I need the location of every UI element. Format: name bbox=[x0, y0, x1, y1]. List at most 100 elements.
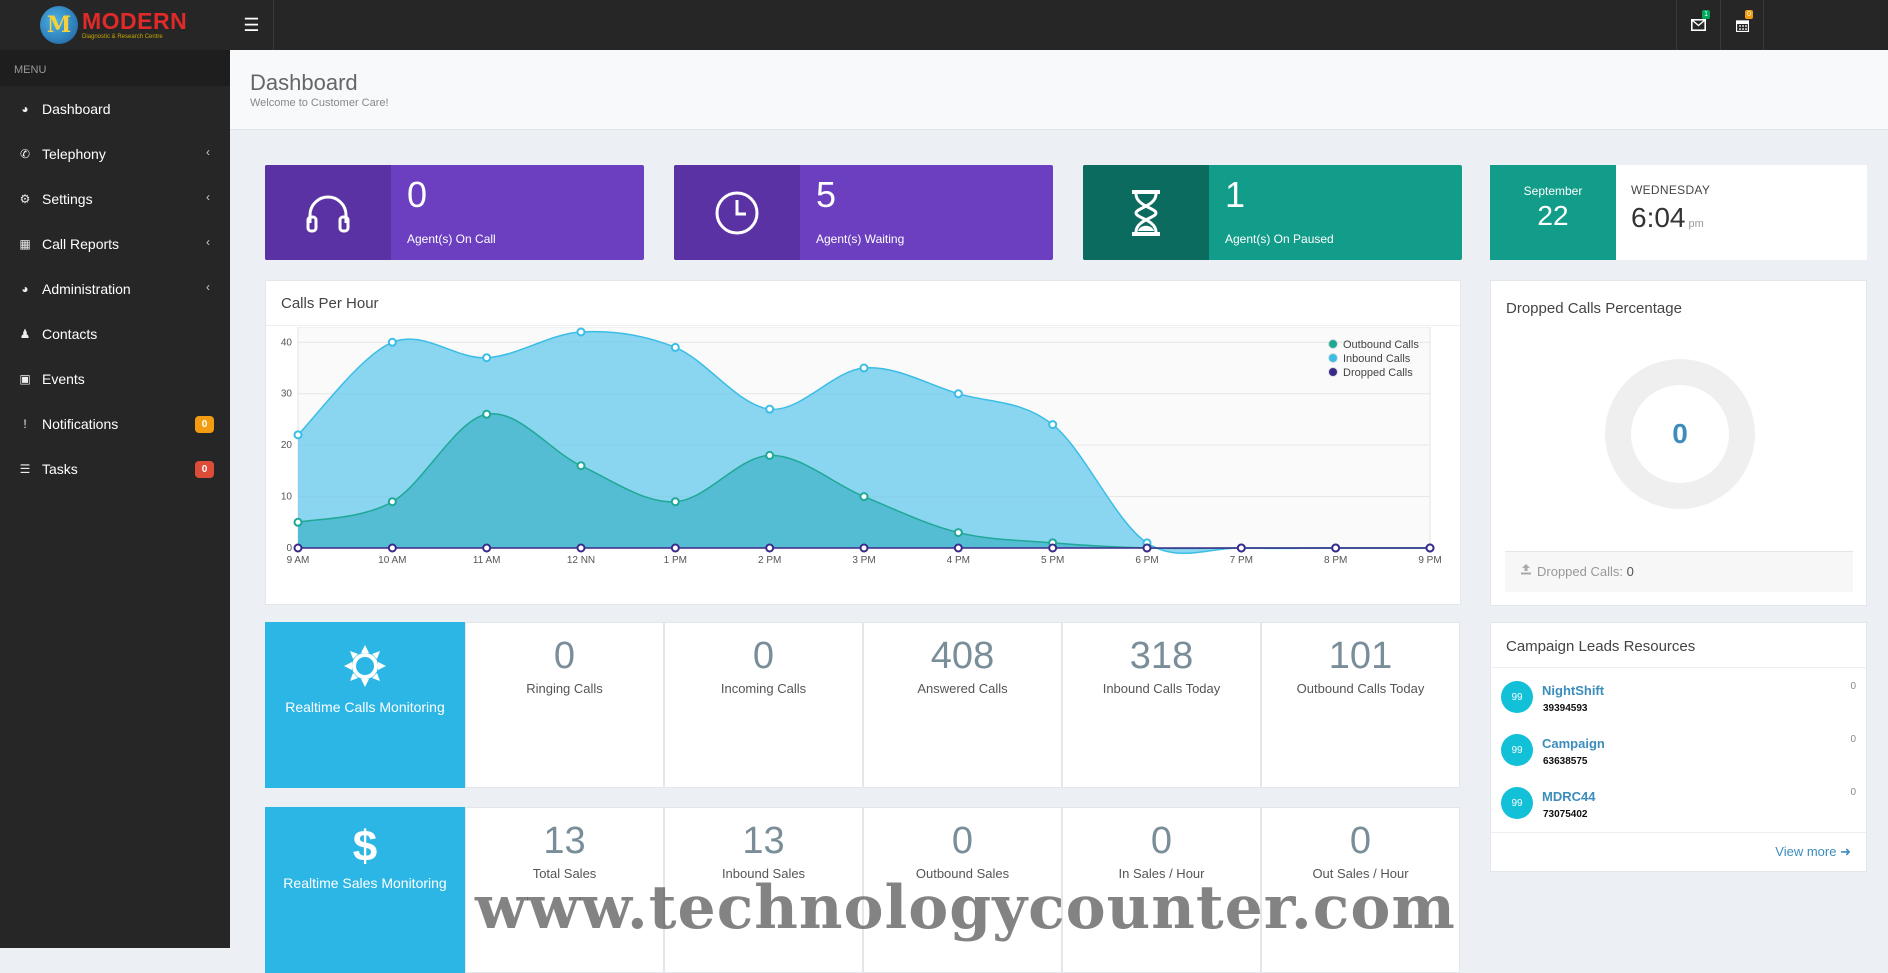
x-tick-label: 1 PM bbox=[664, 555, 687, 566]
campaign-name-link[interactable]: NightShift bbox=[1542, 683, 1604, 698]
x-tick-label: 7 PM bbox=[1230, 555, 1253, 566]
count-badge: 0 bbox=[195, 416, 214, 433]
data-point bbox=[293, 517, 303, 527]
stat-label: Answered Calls bbox=[917, 680, 1008, 696]
sidebar-item-telephony[interactable]: ✆ Telephony ‹ bbox=[0, 131, 230, 176]
sidebar-item-events[interactable]: ▣ Events bbox=[0, 356, 230, 401]
users-icon: ♟ bbox=[19, 326, 31, 341]
sidebar-item-administration[interactable]: ◕ Administration ‹ bbox=[0, 266, 230, 311]
chart-title: Calls Per Hour bbox=[281, 295, 379, 312]
exclamation-icon: ! bbox=[23, 416, 27, 431]
dropped-calls-donut: 0 bbox=[1605, 359, 1755, 509]
bar-chart-icon: ▦ bbox=[19, 236, 31, 251]
sidebar-item-contacts[interactable]: ♟ Contacts bbox=[0, 311, 230, 356]
campaign-name-link[interactable]: MDRC44 bbox=[1542, 789, 1595, 804]
chevron-left-icon: ‹ bbox=[206, 190, 210, 204]
legend-marker bbox=[1328, 339, 1338, 349]
calendar-count-badge: 0 bbox=[1745, 10, 1753, 19]
campaign-item[interactable]: 99 MDRC44 73075402 0 bbox=[1501, 787, 1856, 837]
data-point bbox=[482, 353, 492, 363]
page-subtitle: Welcome to Customer Care! bbox=[250, 97, 389, 109]
campaign-avatar: 99 bbox=[1501, 734, 1533, 766]
view-more-link[interactable]: View more ➜ bbox=[1775, 844, 1851, 860]
envelope-icon bbox=[1691, 19, 1706, 31]
dollar-icon: $ bbox=[352, 822, 378, 871]
data-point bbox=[576, 543, 586, 553]
sidebar-item-label: Settings bbox=[42, 190, 93, 207]
sidebar-item-settings[interactable]: ⚙ Settings ‹ bbox=[0, 176, 230, 221]
campaign-count: 0 bbox=[1850, 787, 1856, 798]
sidebar: MENU ◕ Dashboard ✆ Telephony ‹ ⚙ Settings ‹ ▦ Cal… bbox=[0, 50, 230, 948]
campaign-name-link[interactable]: Campaign bbox=[1542, 736, 1605, 751]
campaign-count: 0 bbox=[1850, 734, 1856, 745]
campaign-leads-panel: Campaign Leads Resources 99 NightShift 393… bbox=[1490, 622, 1867, 872]
dropped-calls-percentage: 0 bbox=[1672, 418, 1688, 449]
stat-value: 101 bbox=[1328, 635, 1393, 677]
data-point bbox=[482, 409, 492, 419]
stat-card: 318 Inbound Calls Today bbox=[1062, 622, 1261, 788]
data-point bbox=[1331, 543, 1341, 553]
stat-value: 0 bbox=[1349, 820, 1372, 862]
realtime-calls-title: Realtime Calls Monitoring bbox=[285, 699, 445, 715]
headphones-icon bbox=[265, 165, 391, 260]
sidebar-item-label: Events bbox=[42, 370, 85, 387]
data-point bbox=[293, 430, 303, 440]
hourglass-icon bbox=[1083, 165, 1209, 260]
stat-value: 0 bbox=[951, 820, 974, 862]
sidebar-toggle-button[interactable]: ☰ bbox=[230, 0, 274, 50]
x-tick-label: 9 AM bbox=[287, 555, 310, 566]
data-point bbox=[765, 543, 775, 553]
upload-icon bbox=[1521, 564, 1531, 575]
sidebar-item-tasks[interactable]: ☰ Tasks 0 bbox=[0, 446, 230, 491]
info-box: 1 Agent(s) On Paused bbox=[1083, 165, 1462, 260]
arrow-right-icon: ➜ bbox=[1840, 844, 1851, 859]
dropped-calls-footer: Dropped Calls: 0 bbox=[1505, 551, 1853, 592]
legend-label: Outbound Calls bbox=[1343, 339, 1419, 351]
y-tick-label: 20 bbox=[281, 440, 293, 451]
info-box-label: Agent(s) Waiting bbox=[816, 232, 905, 246]
stat-card: 0 Incoming Calls bbox=[664, 622, 863, 788]
stat-card: 0 Ringing Calls bbox=[465, 622, 664, 788]
calendar-button[interactable]: 0 bbox=[1720, 0, 1764, 50]
campaign-avatar: 99 bbox=[1501, 681, 1533, 713]
data-point bbox=[670, 342, 680, 352]
data-point bbox=[387, 543, 397, 553]
campaign-item[interactable]: 99 Campaign 63638575 0 bbox=[1501, 734, 1856, 784]
calls-per-hour-panel: Calls Per Hour 0 10 20 30 40 9 AM 10 AM 11 AM 12… bbox=[265, 280, 1461, 605]
date-weekday: WEDNESDAY bbox=[1631, 183, 1711, 197]
x-tick-label: 2 PM bbox=[758, 555, 781, 566]
realtime-calls-header[interactable]: Realtime Calls Monitoring bbox=[265, 622, 465, 788]
data-point bbox=[859, 543, 869, 553]
calls-per-hour-chart[interactable]: 0 10 20 30 40 9 AM 10 AM 11 AM 12 NN 1 PM 2 PM 3 PM… bbox=[266, 327, 1460, 605]
data-point bbox=[1142, 543, 1152, 553]
sidebar-item-label: Telephony bbox=[42, 145, 106, 162]
view-more-label: View more bbox=[1775, 844, 1837, 859]
stat-value: 13 bbox=[543, 820, 586, 862]
clock-ampm: pm bbox=[1688, 218, 1704, 230]
stat-value: 0 bbox=[1150, 820, 1173, 862]
data-point bbox=[953, 528, 963, 538]
phone-icon: ✆ bbox=[19, 146, 31, 161]
info-box-value: 5 bbox=[816, 174, 837, 215]
sidebar-item-dashboard[interactable]: ◕ Dashboard bbox=[0, 86, 230, 131]
data-point bbox=[1425, 543, 1435, 553]
dashboard-icon: ◕ bbox=[21, 101, 29, 116]
stat-label: Incoming Calls bbox=[720, 680, 807, 696]
stat-value: 0 bbox=[553, 635, 576, 677]
legend-label: Dropped Calls bbox=[1343, 367, 1413, 379]
sidebar-item-call-reports[interactable]: ▦ Call Reports ‹ bbox=[0, 221, 230, 266]
logo[interactable]: M MODERN Diagnostic & Research Centre bbox=[0, 0, 230, 50]
campaign-item[interactable]: 99 NightShift 39394593 0 bbox=[1501, 681, 1856, 731]
data-point bbox=[576, 461, 586, 471]
sidebar-item-notifications[interactable]: ! Notifications 0 bbox=[0, 401, 230, 446]
menu-heading: MENU bbox=[0, 50, 230, 86]
sidebar-item-label: Notifications bbox=[42, 415, 119, 432]
y-tick-label: 30 bbox=[281, 389, 293, 400]
messages-button[interactable]: 1 bbox=[1676, 0, 1720, 50]
bars-icon: ☰ bbox=[243, 14, 260, 35]
data-point bbox=[765, 404, 775, 414]
data-point bbox=[1048, 543, 1058, 553]
realtime-sales-header[interactable]: $ Realtime Sales Monitoring bbox=[265, 807, 465, 973]
x-tick-label: 11 AM bbox=[473, 555, 501, 566]
calendar-icon bbox=[1735, 19, 1749, 32]
